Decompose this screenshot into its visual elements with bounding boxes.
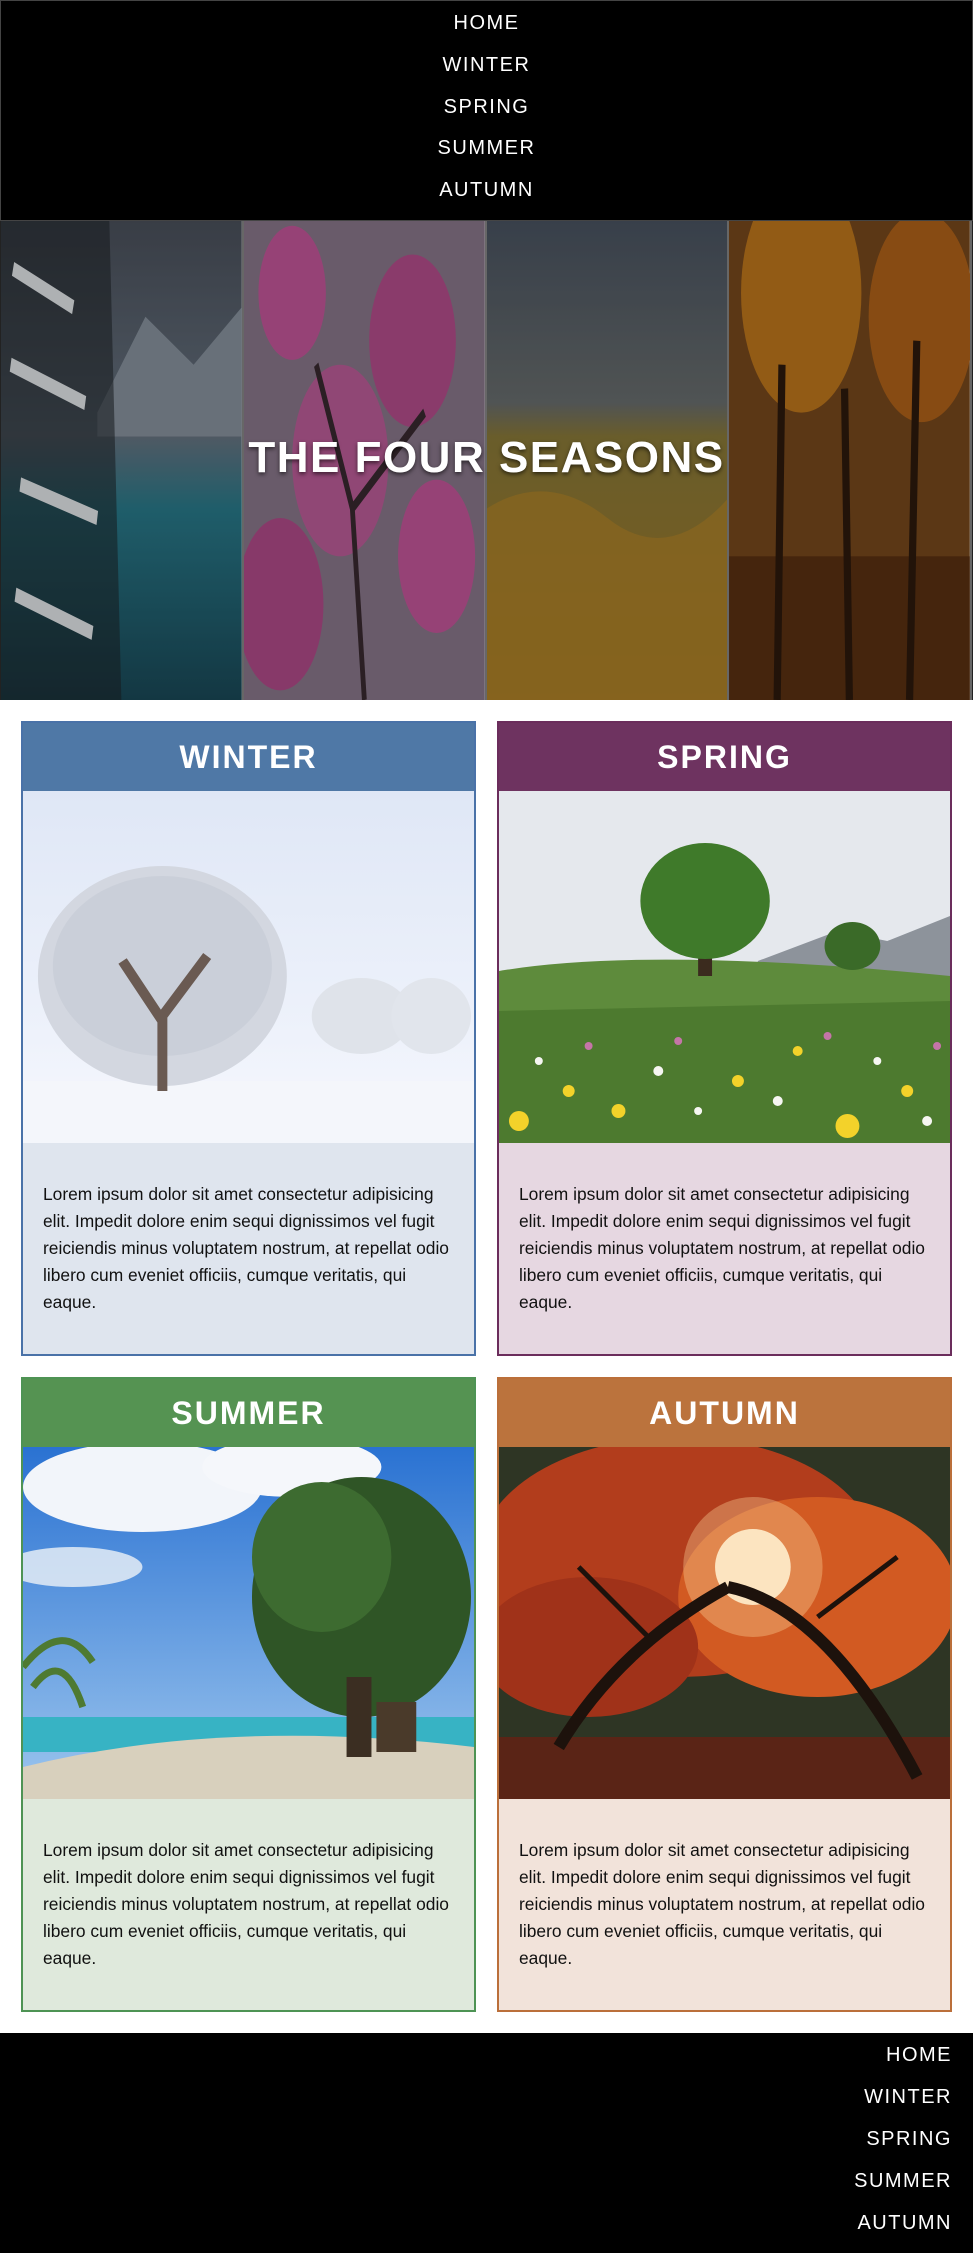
nav-link-spring[interactable]: SPRING [444,95,530,137]
card-text-autumn: Lorem ipsum dolor sit amet consectetur a… [499,1799,950,2010]
card-text-spring: Lorem ipsum dolor sit amet consectetur a… [499,1143,950,1354]
card-autumn: AUTUMN Lorem ipsum dolor sit amet consec… [497,1377,952,2012]
card-text-summer: Lorem ipsum dolor sit amet consectetur a… [23,1799,474,2010]
footer-link-summer[interactable]: SUMMER [854,2169,952,2211]
top-navigation: HOME WINTER SPRING SUMMER AUTUMN [0,0,973,221]
footer-link-spring[interactable]: SPRING [866,2127,952,2169]
nav-link-autumn[interactable]: AUTUMN [439,178,534,220]
red-autumn-tree-image [499,1447,950,1799]
nav-link-summer[interactable]: SUMMER [438,136,536,178]
card-text-winter: Lorem ipsum dolor sit amet consectetur a… [23,1143,474,1354]
footer-navigation: HOME WINTER SPRING SUMMER AUTUMN [0,2033,973,2253]
season-cards: WINTER Lorem ipsum dolor sit amet consec… [0,700,973,2033]
card-summer: SUMMER Lorem ipsum dolor sit amet consec… [21,1377,476,2012]
beach-treehouse-image [23,1447,474,1799]
hero-banner: THE FOUR SEASONS [0,221,973,700]
card-title-summer: SUMMER [23,1379,474,1447]
nav-link-winter[interactable]: WINTER [443,53,531,95]
card-winter: WINTER Lorem ipsum dolor sit amet consec… [21,721,476,1356]
footer-link-autumn[interactable]: AUTUMN [857,2211,952,2253]
snowy-tree-image [23,791,474,1143]
flower-meadow-tree-image [499,791,950,1143]
card-title-autumn: AUTUMN [499,1379,950,1447]
card-title-winter: WINTER [23,723,474,791]
nav-link-home[interactable]: HOME [454,11,520,53]
hero-title: THE FOUR SEASONS [248,433,725,482]
card-spring: SPRING Lorem ipsum dolor sit amet consec… [497,721,952,1356]
footer-link-winter[interactable]: WINTER [864,2085,952,2127]
footer-link-home[interactable]: HOME [886,2043,952,2085]
card-title-spring: SPRING [499,723,950,791]
